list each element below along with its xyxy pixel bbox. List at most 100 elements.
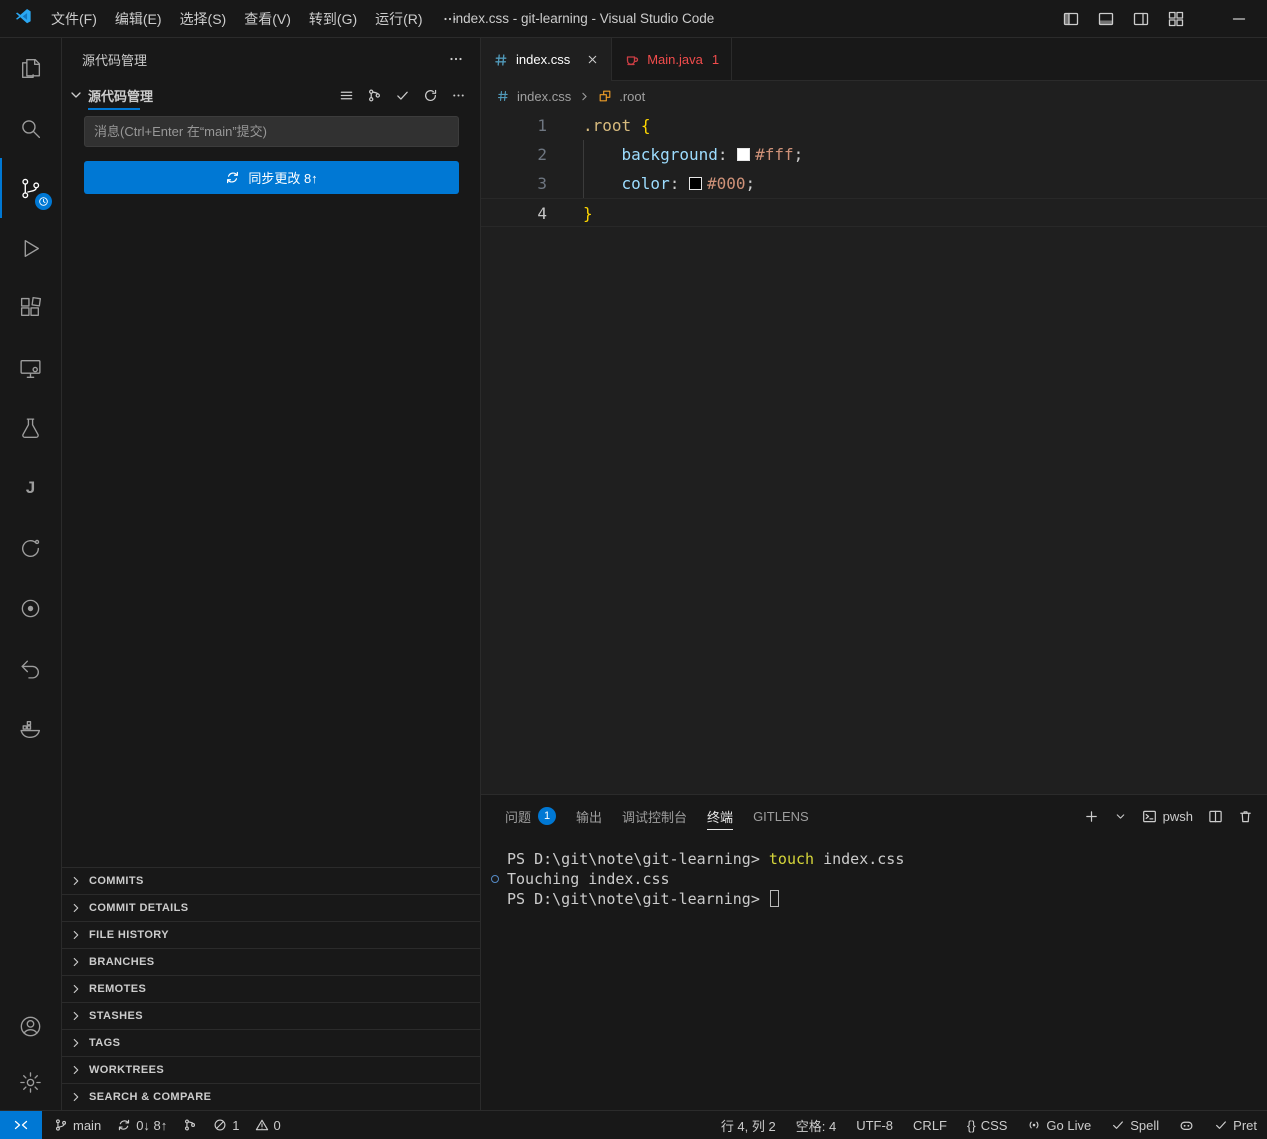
cursor-position-item[interactable]: 行 4, 列 2 [711, 1111, 786, 1139]
section-commits[interactable]: COMMITS [62, 867, 480, 894]
sync-changes-button[interactable]: 同步更改 8↑ [84, 161, 459, 194]
gradle-icon[interactable] [0, 518, 61, 578]
section-worktrees[interactable]: WORKTREES [62, 1056, 480, 1083]
terminal-output[interactable]: PS D:\git\note\git-learning> touch index… [481, 837, 1267, 1110]
open-brace: { [641, 116, 651, 135]
terminal-prompt: PS D:\git\note\git-learning> [507, 850, 769, 868]
toggle-secondary-sidebar-icon[interactable] [1133, 11, 1149, 27]
error-count: 1 [232, 1118, 239, 1133]
split-terminal-icon[interactable] [1208, 809, 1223, 824]
testing-icon[interactable] [0, 398, 61, 458]
target-icon[interactable] [0, 578, 61, 638]
css-file-icon [493, 52, 509, 68]
refresh-icon[interactable] [423, 88, 438, 103]
view-as-list-icon[interactable] [339, 88, 354, 103]
tab-index-css[interactable]: index.css [481, 38, 612, 81]
docker-icon[interactable] [0, 698, 61, 758]
terminal-instance-pwsh[interactable]: pwsh [1142, 809, 1193, 824]
menu-run[interactable]: 运行(R) [366, 6, 431, 32]
tab-output[interactable]: 输出 [566, 795, 612, 837]
kill-terminal-icon[interactable] [1238, 809, 1253, 824]
menu-file[interactable]: 文件(F) [42, 6, 106, 32]
branch-status-item[interactable]: main [46, 1111, 109, 1139]
css-selector: .root [583, 116, 631, 135]
commit-graph-icon[interactable] [367, 88, 382, 103]
css-file-icon [496, 89, 510, 103]
scm-progress-bar [88, 108, 140, 110]
java-icon[interactable]: J [0, 458, 61, 518]
sync-status-item[interactable]: 0↓ 8↑ [109, 1111, 175, 1139]
code-token [631, 116, 641, 135]
panel-tab-bar: 问题1 输出 调试控制台 终端 GITLENS pwsh [481, 795, 1267, 837]
check-icon [1111, 1118, 1125, 1132]
close-tab-icon[interactable] [586, 53, 599, 66]
color-swatch[interactable] [737, 148, 750, 161]
section-file-history[interactable]: FILE HISTORY [62, 921, 480, 948]
color-swatch[interactable] [689, 177, 702, 190]
search-icon[interactable] [0, 98, 61, 158]
remote-indicator[interactable] [0, 1111, 42, 1139]
commit-message-input[interactable] [84, 116, 459, 147]
sync-counts: 0↓ 8↑ [136, 1118, 167, 1133]
java-file-icon [624, 51, 640, 67]
code-text: .root { [583, 111, 650, 140]
commit-check-icon[interactable] [395, 88, 410, 103]
section-search-compare[interactable]: SEARCH & COMPARE [62, 1083, 480, 1110]
remote-explorer-icon[interactable] [0, 338, 61, 398]
breadcrumb-file[interactable]: index.css [517, 89, 571, 104]
language-mode-item[interactable]: {}CSS [957, 1111, 1017, 1139]
tab-gitlens[interactable]: GITLENS [743, 795, 819, 837]
scm-section-header[interactable]: 源代码管理 [62, 80, 480, 110]
terminal-profile-dropdown-icon[interactable] [1114, 810, 1127, 823]
new-terminal-icon[interactable] [1084, 809, 1099, 824]
menu-edit[interactable]: 编辑(E) [106, 6, 171, 32]
accounts-icon[interactable] [0, 998, 61, 1054]
indent [583, 174, 622, 193]
section-stashes[interactable]: STASHES [62, 1002, 480, 1029]
eol: CRLF [913, 1118, 947, 1133]
settings-gear-icon[interactable] [0, 1054, 61, 1110]
tab-problems[interactable]: 问题1 [495, 795, 566, 837]
sidebar-more-actions-icon[interactable] [448, 51, 464, 67]
section-commit-details[interactable]: COMMIT DETAILS [62, 894, 480, 921]
undo-icon[interactable] [0, 638, 61, 698]
run-debug-icon[interactable] [0, 218, 61, 278]
scm-more-actions-icon[interactable] [451, 88, 466, 103]
eol-item[interactable]: CRLF [903, 1111, 957, 1139]
indentation-item[interactable]: 空格: 4 [786, 1111, 846, 1139]
minimize-icon[interactable] [1231, 11, 1247, 27]
section-branches[interactable]: BRANCHES [62, 948, 480, 975]
menu-goto[interactable]: 转到(G) [300, 6, 366, 32]
tab-main-java[interactable]: Main.java 1 [612, 38, 732, 80]
extensions-icon[interactable] [0, 278, 61, 338]
code-editor[interactable]: 1 .root { 2 background: #fff; 3 color: #… [481, 111, 1267, 794]
terminal-line: Touching index.css [507, 869, 1267, 889]
spell-checker-item[interactable]: Spell [1101, 1111, 1169, 1139]
prettier-item[interactable]: Pret [1204, 1111, 1267, 1139]
toggle-panel-icon[interactable] [1098, 11, 1114, 27]
copilot-icon [1179, 1118, 1194, 1133]
title-bar: 文件(F) 编辑(E) 选择(S) 查看(V) 转到(G) 运行(R) inde… [0, 0, 1267, 38]
braces-icon: {} [967, 1118, 976, 1133]
command-decoration-icon[interactable] [491, 875, 499, 883]
menu-more-icon[interactable] [432, 11, 468, 27]
problems-status-item[interactable]: 1 0 [205, 1111, 288, 1139]
tab-terminal[interactable]: 终端 [697, 795, 743, 837]
menu-selection[interactable]: 选择(S) [171, 6, 236, 32]
encoding-item[interactable]: UTF-8 [846, 1111, 903, 1139]
menu-view[interactable]: 查看(V) [235, 6, 300, 32]
toggle-sidebar-icon[interactable] [1063, 11, 1079, 27]
terminal-cursor [770, 890, 779, 907]
section-remotes[interactable]: REMOTES [62, 975, 480, 1002]
breadcrumb-symbol[interactable]: .root [619, 89, 645, 104]
explorer-icon[interactable] [0, 38, 61, 98]
go-live-item[interactable]: Go Live [1017, 1111, 1101, 1139]
source-control-icon[interactable] [0, 158, 61, 218]
tab-debug-console[interactable]: 调试控制台 [612, 795, 697, 837]
commit-graph-status-item[interactable] [175, 1111, 205, 1139]
section-tags[interactable]: TAGS [62, 1029, 480, 1056]
copilot-item[interactable] [1169, 1111, 1204, 1139]
terminal-output-text: Touching index.css [507, 870, 670, 888]
customize-layout-icon[interactable] [1168, 11, 1184, 27]
bottom-panel: 问题1 输出 调试控制台 终端 GITLENS pwsh PS D:\gi [481, 794, 1267, 1110]
